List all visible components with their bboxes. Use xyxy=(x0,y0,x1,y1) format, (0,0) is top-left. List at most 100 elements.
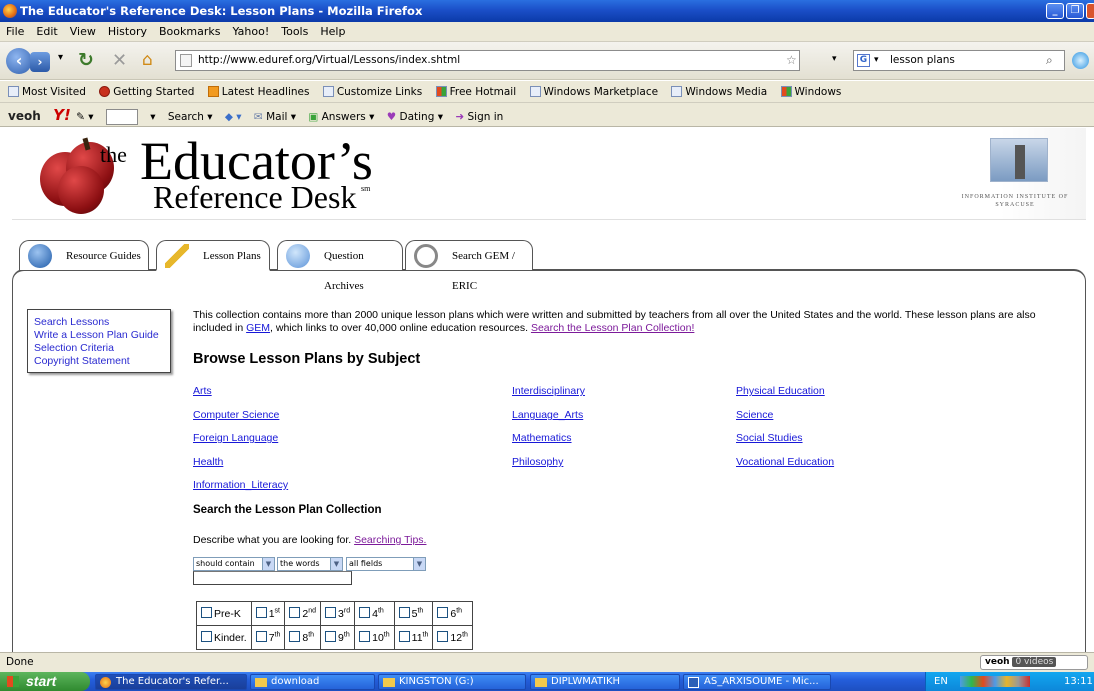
grade-checkbox[interactable] xyxy=(359,631,371,642)
tab-lesson-plans[interactable]: Lesson Plans xyxy=(156,240,270,271)
grade-cell[interactable]: Kinder. xyxy=(196,625,252,650)
subject-link[interactable]: Information_Literacy xyxy=(193,479,288,491)
grade-cell[interactable]: Pre-K xyxy=(196,601,252,626)
grade-cell[interactable]: 4th xyxy=(354,601,395,626)
grade-checkbox[interactable] xyxy=(201,607,212,618)
condition-select[interactable]: should contain ▼ xyxy=(193,557,275,571)
toolbar-search-input[interactable] xyxy=(105,109,138,125)
menu-view[interactable]: View xyxy=(64,22,102,42)
sidebar-item-write-guide[interactable]: Write a Lesson Plan Guide xyxy=(34,329,164,342)
subject-link[interactable]: Arts xyxy=(193,385,212,397)
grade-checkbox[interactable] xyxy=(398,607,410,618)
grade-checkbox[interactable] xyxy=(289,607,301,618)
grade-checkbox[interactable] xyxy=(201,631,212,642)
grade-checkbox[interactable] xyxy=(289,631,301,642)
bookmark-latest-headlines[interactable]: Latest Headlines xyxy=(207,86,309,98)
sidebar-item-search-lessons[interactable]: Search Lessons xyxy=(34,316,164,329)
grade-cell[interactable]: 5th xyxy=(393,601,434,626)
menu-bookmarks[interactable]: Bookmarks xyxy=(153,22,226,42)
subject-link[interactable]: Science xyxy=(736,409,773,421)
grade-cell[interactable]: 2nd xyxy=(284,601,322,626)
subject-link[interactable]: Language_Arts xyxy=(512,409,583,421)
bookmark-most-visited[interactable]: Most Visited xyxy=(8,86,86,98)
language-indicator[interactable]: EN xyxy=(934,676,948,687)
search-text-input[interactable] xyxy=(193,571,352,585)
minimize-button[interactable]: _ xyxy=(1046,3,1064,19)
tab-resource-guides[interactable]: Resource Guides xyxy=(19,240,149,270)
url-field[interactable]: http://www.eduref.org/Virtual/Lessons/in… xyxy=(175,50,800,71)
addon-icon[interactable] xyxy=(1072,52,1089,69)
grade-cell[interactable]: 9th xyxy=(320,625,356,650)
search-dropdown-icon[interactable]: ▾ xyxy=(150,111,155,123)
magnifier-icon[interactable]: ⌕ xyxy=(1046,51,1053,70)
bookmark-windows[interactable]: Windows xyxy=(780,86,841,98)
subject-link[interactable]: Vocational Education xyxy=(736,456,834,468)
url-dropdown-icon[interactable]: ▾ xyxy=(832,54,837,64)
gem-link[interactable]: GEM xyxy=(246,322,270,334)
subject-link[interactable]: Foreign Language xyxy=(193,432,278,444)
field-select[interactable]: all fields ▼ xyxy=(346,557,426,571)
menu-help[interactable]: Help xyxy=(314,22,351,42)
taskbar-item-firefox[interactable]: The Educator's Refer... xyxy=(95,674,247,690)
close-button[interactable] xyxy=(1086,3,1094,19)
maximize-button[interactable]: ❐ xyxy=(1066,3,1084,19)
subject-link[interactable]: Philosophy xyxy=(512,456,563,468)
shield-icon[interactable]: ◆ ▾ xyxy=(225,111,242,123)
star-icon[interactable]: ☆ xyxy=(786,51,797,70)
bookmark-getting-started[interactable]: Getting Started xyxy=(99,86,194,98)
search-field[interactable]: G ▾ lesson plans ⌕ xyxy=(853,50,1065,71)
menu-tools[interactable]: Tools xyxy=(275,22,314,42)
grade-checkbox[interactable] xyxy=(255,607,267,618)
tab-question-archives[interactable]: Question Archives xyxy=(277,240,403,292)
grade-checkbox[interactable] xyxy=(359,607,371,618)
tray-icons[interactable] xyxy=(960,676,1030,687)
grade-cell[interactable]: 3rd xyxy=(320,601,356,626)
tab-search-gem-eric[interactable]: Search GEM / ERIC xyxy=(405,240,533,292)
grade-cell[interactable]: 10th xyxy=(354,625,395,650)
sidebar-item-selection-criteria[interactable]: Selection Criteria xyxy=(34,342,164,355)
toolbar-dating-button[interactable]: ♥ Dating ▾ xyxy=(387,111,443,123)
bookmark-free-hotmail[interactable]: Free Hotmail xyxy=(435,86,516,98)
subject-link[interactable]: Health xyxy=(193,456,223,468)
back-button[interactable]: ‹ xyxy=(6,48,32,74)
menu-history[interactable]: History xyxy=(102,22,153,42)
taskbar-item-diplwmatikh[interactable]: DIPLWMATIKH xyxy=(530,674,680,690)
menu-yahoo[interactable]: Yahoo! xyxy=(226,22,275,42)
home-icon[interactable]: ⌂ xyxy=(142,50,153,70)
toolbar-signin-button[interactable]: ➜ Sign in xyxy=(455,111,503,123)
toolbar-mail-button[interactable]: ✉ Mail ▾ xyxy=(254,111,296,123)
taskbar-item-download[interactable]: download xyxy=(250,674,375,690)
reload-icon[interactable]: ↻ xyxy=(78,49,94,71)
menu-file[interactable]: File xyxy=(0,22,30,42)
bookmark-windows-media[interactable]: Windows Media xyxy=(671,86,767,98)
subject-link[interactable]: Physical Education xyxy=(736,385,825,397)
sidebar-item-copyright[interactable]: Copyright Statement xyxy=(34,355,164,368)
forward-button[interactable]: › xyxy=(30,52,50,72)
grade-cell[interactable]: 12th xyxy=(432,625,473,650)
grade-cell[interactable]: 6th xyxy=(432,601,473,626)
grade-checkbox[interactable] xyxy=(325,631,337,642)
search-collection-link[interactable]: Search the Lesson Plan Collection! xyxy=(531,322,694,334)
grade-checkbox[interactable] xyxy=(255,631,267,642)
grade-checkbox[interactable] xyxy=(325,607,337,618)
subject-link[interactable]: Computer Science xyxy=(193,409,279,421)
history-dropdown-icon[interactable]: ▾ xyxy=(58,52,63,63)
toolbar-answers-button[interactable]: ▣ Answers ▾ xyxy=(308,111,374,123)
grade-checkbox[interactable] xyxy=(437,631,449,642)
engine-dropdown-icon[interactable]: ▾ xyxy=(874,51,879,70)
grade-cell[interactable]: 8th xyxy=(284,625,322,650)
taskbar-item-kingston[interactable]: KINGSTON (G:) xyxy=(378,674,526,690)
menu-edit[interactable]: Edit xyxy=(30,22,63,42)
pencil-icon[interactable]: ✎ ▾ xyxy=(76,111,93,123)
grade-cell[interactable]: 1st xyxy=(250,601,286,626)
subject-link[interactable]: Interdisciplinary xyxy=(512,385,585,397)
match-select[interactable]: the words ▼ xyxy=(277,557,343,571)
start-button[interactable]: start xyxy=(0,672,90,691)
searching-tips-link[interactable]: Searching Tips. xyxy=(354,534,426,546)
subject-link[interactable]: Social Studies xyxy=(736,432,803,444)
grade-checkbox[interactable] xyxy=(437,607,449,618)
subject-link[interactable]: Mathematics xyxy=(512,432,572,444)
yahoo-icon[interactable]: Y! xyxy=(53,106,71,124)
toolbar-search-button[interactable]: Search ▾ xyxy=(168,111,213,123)
bookmark-windows-marketplace[interactable]: Windows Marketplace xyxy=(529,86,658,98)
